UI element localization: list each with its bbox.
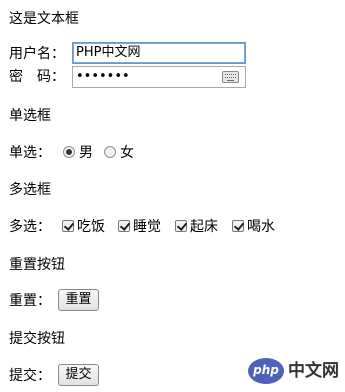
reset-button[interactable]: 重置 (58, 289, 99, 311)
radio-label: 单选： (9, 145, 51, 161)
reset-label: 重置： (9, 293, 51, 309)
radio-male-label: 男 (79, 145, 93, 161)
section-heading-submit: 提交按钮 (9, 331, 65, 347)
checkbox-label: 多选： (9, 219, 51, 235)
section-heading-radio: 单选框 (9, 108, 51, 124)
username-input[interactable]: PHP中文网 (72, 42, 246, 64)
checkbox-wake[interactable] (175, 220, 187, 232)
username-label: 用户名： (9, 46, 65, 62)
section-heading-checkbox: 多选框 (9, 182, 51, 198)
password-input[interactable]: ••••••• (72, 66, 246, 88)
checkbox-wake-label: 起床 (190, 219, 218, 235)
checkbox-drink-label: 喝水 (247, 219, 275, 235)
radio-female[interactable] (104, 146, 116, 158)
password-label: 密 码： (9, 69, 65, 85)
checkbox-sleep[interactable] (118, 220, 130, 232)
checkbox-drink[interactable] (232, 220, 244, 232)
checkbox-sleep-label: 睡觉 (133, 219, 161, 235)
keyboard-icon[interactable] (222, 71, 239, 83)
php-site-text: 中文网 (288, 361, 339, 381)
php-cn-watermark-logo: php 中文网 (248, 356, 339, 386)
checkbox-eat-label: 吃饭 (77, 219, 105, 235)
submit-label: 提交： (9, 368, 51, 384)
password-value: ••••••• (76, 69, 130, 84)
section-heading-text-fields: 这是文本框 (9, 11, 79, 27)
php-logo-text: php (253, 363, 279, 377)
radio-male[interactable] (63, 146, 75, 158)
php-logo-icon: php (248, 358, 284, 384)
section-heading-reset: 重置按钮 (9, 257, 65, 273)
checkbox-eat[interactable] (62, 220, 74, 232)
radio-female-label: 女 (120, 145, 134, 161)
submit-button[interactable]: 提交 (58, 364, 99, 386)
